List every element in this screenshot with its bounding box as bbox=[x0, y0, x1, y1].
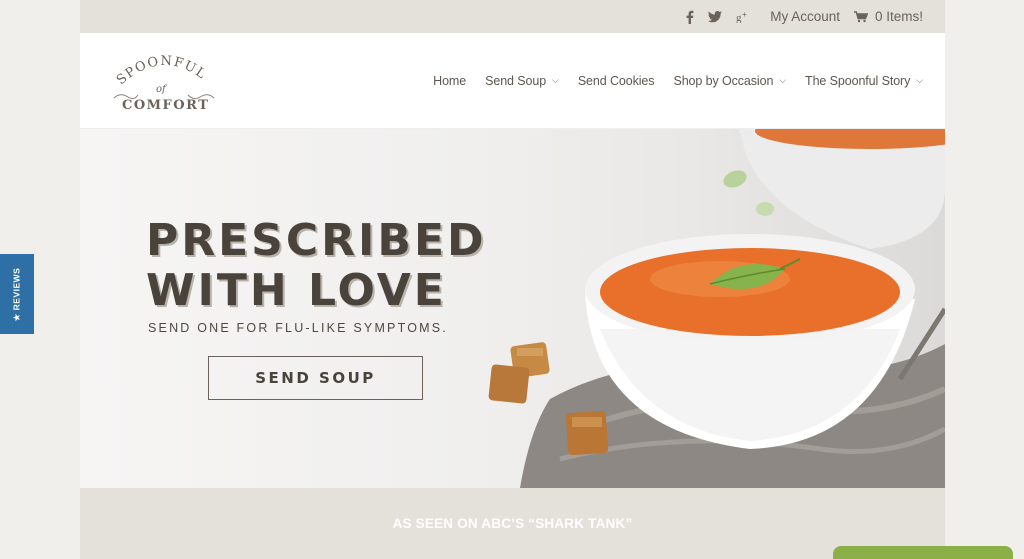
send-soup-button[interactable]: SEND SOUP bbox=[208, 356, 423, 400]
chevron-down-icon: ⌵ bbox=[916, 75, 923, 85]
cart-link[interactable]: 0 Items! bbox=[853, 9, 923, 24]
nav-send-cookies-label: Send Cookies bbox=[577, 73, 655, 88]
reviews-tab[interactable]: ★ REVIEWS bbox=[0, 254, 34, 334]
svg-text:SPOONFUL: SPOONFUL bbox=[114, 53, 209, 87]
hero-subheadline: SEND ONE FOR FLU-LIKE SYMPTOMS. bbox=[148, 321, 448, 335]
hero-headline-line2: WITH LOVE bbox=[146, 265, 447, 316]
nav-home[interactable]: Home bbox=[433, 74, 466, 88]
twitter-icon[interactable] bbox=[708, 10, 723, 23]
cart-count: 0 Items! bbox=[874, 9, 923, 24]
chevron-down-icon: ⌵ bbox=[552, 75, 559, 85]
facebook-icon[interactable] bbox=[685, 10, 694, 24]
hero-headline-line1: PRESCRIBED bbox=[146, 215, 487, 266]
logo-text-top: SPOONFUL bbox=[114, 53, 208, 87]
site-logo[interactable]: SPOONFUL of COMFORT bbox=[106, 50, 221, 113]
nav-home-label: Home bbox=[433, 73, 467, 88]
nav-shop-by-occasion[interactable]: Shop by Occasion ⌵ bbox=[673, 74, 786, 88]
nav-send-soup[interactable]: Send Soup ⌵ bbox=[485, 74, 559, 88]
site-header: SPOONFUL of COMFORT Home Send Soup ⌵ Sen… bbox=[80, 33, 945, 129]
chevron-down-icon: ⌵ bbox=[779, 75, 787, 85]
nav-shop-by-occasion-label: Shop by Occasion bbox=[673, 73, 774, 88]
logo-text-bottom: COMFORT bbox=[122, 98, 209, 112]
shark-tank-banner: AS SEEN ON ABC’S “SHARK TANK” bbox=[80, 488, 945, 559]
nav-spoonful-story-label: The Spoonful Story bbox=[805, 73, 911, 88]
page-container: g + My Account 0 Items! SPOONFUL of COMFO… bbox=[80, 0, 945, 559]
nav-spoonful-story[interactable]: The Spoonful Story ⌵ bbox=[805, 74, 923, 88]
chat-widget-tab[interactable] bbox=[833, 546, 1013, 559]
cart-icon bbox=[853, 10, 868, 22]
hero-banner: PRESCRIBED WITH LOVE SEND ONE FOR FLU-LI… bbox=[80, 129, 945, 488]
svg-text:+: + bbox=[742, 11, 747, 19]
nav-send-cookies[interactable]: Send Cookies bbox=[578, 74, 655, 88]
google-plus-icon[interactable]: g + bbox=[736, 11, 750, 23]
reviews-tab-label: ★ REVIEWS bbox=[11, 267, 22, 321]
top-bar: g + My Account 0 Items! bbox=[80, 0, 945, 33]
logo-text-mid: of bbox=[156, 84, 168, 95]
main-nav: Home Send Soup ⌵ Send Cookies Shop by Oc… bbox=[433, 74, 923, 88]
nav-send-soup-label: Send Soup bbox=[485, 73, 547, 88]
my-account-link[interactable]: My Account bbox=[770, 9, 840, 24]
